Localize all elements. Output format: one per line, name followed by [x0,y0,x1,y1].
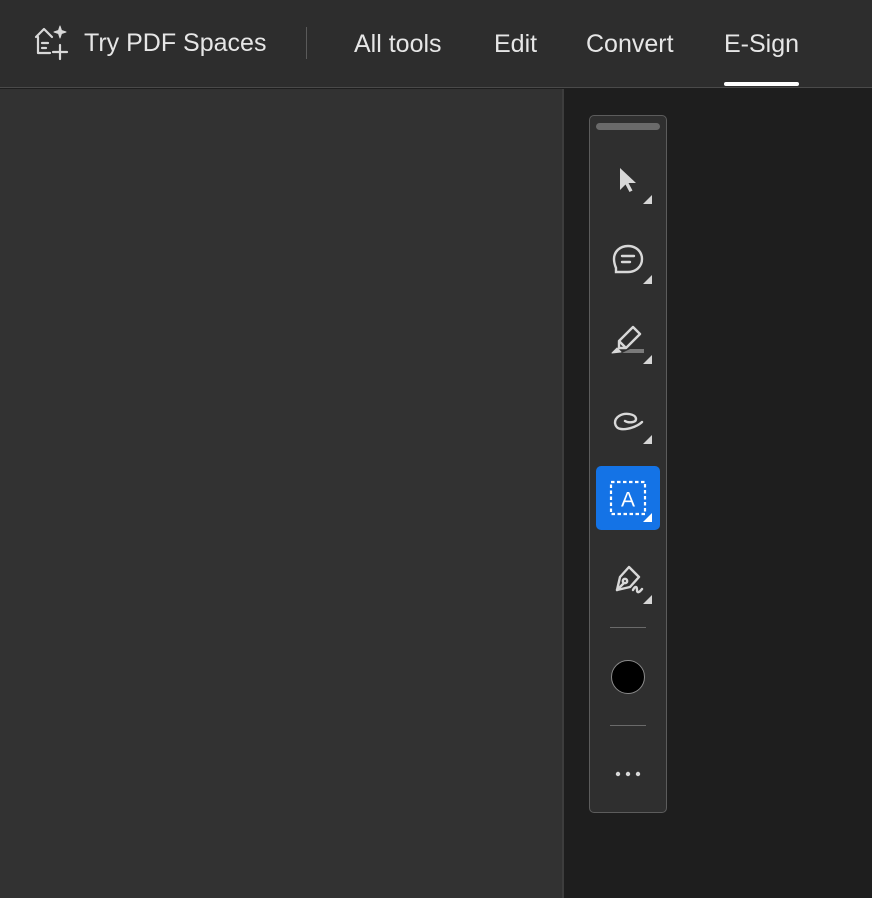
spaces-sparkle-icon [34,25,69,61]
sign-tool[interactable] [596,548,660,612]
color-picker-swatch[interactable] [611,660,645,694]
tab-convert[interactable]: Convert [586,24,674,64]
arrow-pointer-icon [620,168,636,192]
expand-corner-icon [643,435,652,444]
toolbar-drag-handle[interactable] [596,123,660,130]
pen-sign-icon [615,565,644,594]
top-nav-bar: Try PDF Spaces All tools Edit Convert E-… [0,0,872,88]
document-canvas[interactable] [0,89,562,898]
text-box-icon: A [609,480,647,516]
highlighter-icon [611,325,644,354]
expand-corner-icon [643,513,652,522]
expand-corner-icon [643,195,652,204]
expand-corner-icon [643,275,652,284]
try-pdf-spaces-button[interactable]: Try PDF Spaces [30,22,266,64]
toolbar-separator [610,627,646,628]
tab-e-sign[interactable]: E-Sign [724,24,800,86]
text-box-tool[interactable]: A [596,466,660,530]
comment-tool[interactable] [596,228,660,292]
highlight-tool[interactable] [596,308,660,372]
tab-all-tools[interactable]: All tools [354,24,442,64]
tab-edit[interactable]: Edit [494,24,537,64]
text-box-glyph: A [621,489,635,512]
expand-corner-icon [643,595,652,604]
toolbar-separator [610,725,646,726]
floating-tools-toolbar: A [589,115,667,813]
draw-tool[interactable] [596,388,660,452]
try-pdf-spaces-label: Try PDF Spaces [84,28,267,57]
more-tools-button[interactable] [596,750,660,798]
header-divider [306,27,307,59]
freehand-loop-icon [613,412,644,431]
ellipsis-icon [615,771,641,777]
select-tool[interactable] [596,148,660,212]
comment-bubble-icon [612,244,644,274]
expand-corner-icon [643,355,652,364]
